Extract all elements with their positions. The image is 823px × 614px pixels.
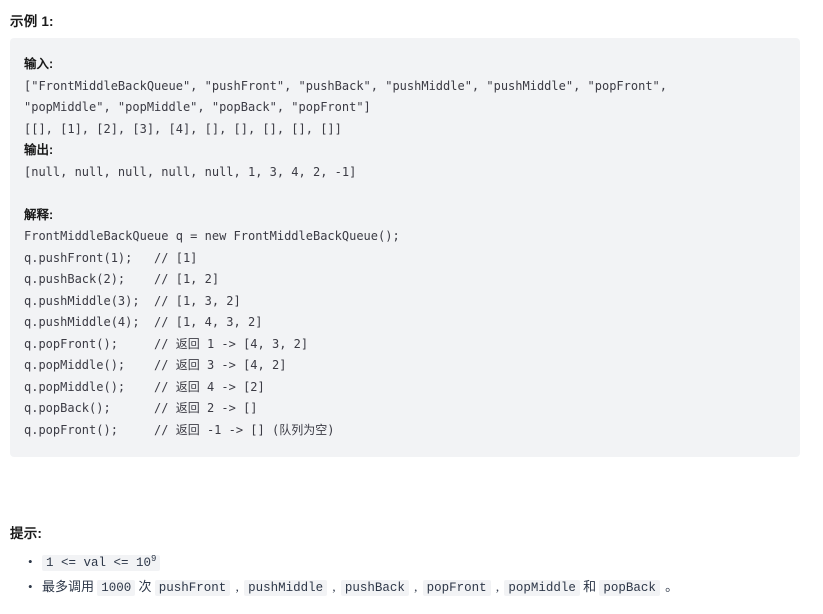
hint-text: 次 <box>138 579 152 594</box>
code-line: "popMiddle", "popMiddle", "popBack", "po… <box>24 100 371 114</box>
code-line: q.popBack(); // 返回 2 -> [] <box>24 401 258 415</box>
bullet-icon: • <box>28 579 33 594</box>
code-line: q.popMiddle(); // 返回 4 -> [2] <box>24 379 265 394</box>
code-line: FrontMiddleBackQueue q = new FrontMiddle… <box>24 229 400 243</box>
separator-text: , <box>235 579 239 594</box>
bullet-icon: • <box>28 554 33 569</box>
code-line: q.popMiddle(); // 返回 3 -> [4, 2] <box>24 358 287 372</box>
inline-code: popBack <box>599 580 660 596</box>
example-code-block: 输入: ["FrontMiddleBackQueue", "pushFront",… <box>10 38 800 457</box>
problem-example-panel: 示例 1: 输入: ["FrontMiddleBackQueue", "pushF… <box>0 0 823 614</box>
example-heading: 示例 1: <box>10 14 54 29</box>
inline-code: 1000 <box>97 580 136 596</box>
separator-text: , <box>495 579 500 594</box>
inline-code: pushFront <box>154 580 231 596</box>
hints-heading: 提示: <box>10 526 43 541</box>
code-line: q.pushMiddle(4); // [1, 4, 3, 2] <box>24 315 263 329</box>
code-line: q.popFront(); // 返回 1 -> [4, 3, 2] <box>24 336 309 351</box>
inline-code: popFront <box>422 580 491 596</box>
code-label-line: 输入: <box>24 57 54 71</box>
code-line: q.pushBack(2); // [1, 2] <box>24 272 220 286</box>
code-line: q.pushMiddle(3); // [1, 3, 2] <box>24 293 241 308</box>
inline-code: popMiddle <box>504 580 580 596</box>
separator-text: , <box>332 579 336 594</box>
hint-item: • 1 <= val <= 109 <box>10 550 810 575</box>
code-line: [null, null, null, null, null, 1, 3, 4, … <box>24 164 357 179</box>
exponent: 9 <box>151 553 157 564</box>
separator-text: , <box>414 579 418 594</box>
code-label-line: 解释: <box>24 207 54 222</box>
code-line: ["FrontMiddleBackQueue", "pushFront", "p… <box>24 78 667 93</box>
hint-item: • 最多调用 1000 次 pushFront , pushMiddle , pu… <box>10 575 810 600</box>
code-line: q.pushFront(1); // [1] <box>24 250 198 265</box>
code-line: [[], [1], [2], [3], [4], [], [], [], [],… <box>24 121 342 136</box>
inline-code: 1 <= val <= 109 <box>42 553 161 571</box>
hint-text: 最多调用 <box>42 579 95 594</box>
code-label-line: 输出: <box>24 143 54 157</box>
hints-list: • 1 <= val <= 109 • 最多调用 1000 次 pushFront ,… <box>10 550 810 600</box>
code-line: q.popFront(); // 返回 -1 -> [] (队列为空) <box>24 422 335 437</box>
inline-code: pushBack <box>340 580 409 596</box>
separator-text: 。 <box>665 579 679 594</box>
hint-text: 和 <box>583 579 597 594</box>
inline-code: pushMiddle <box>244 580 328 596</box>
